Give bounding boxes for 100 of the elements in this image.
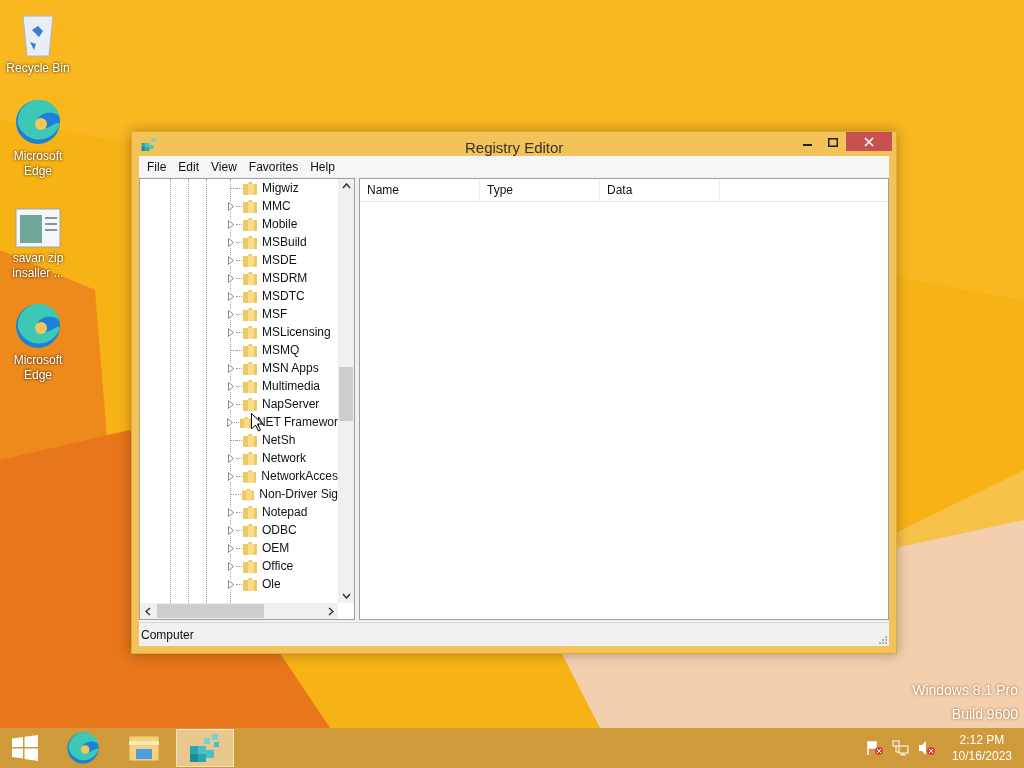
scroll-right-icon[interactable] — [328, 606, 334, 616]
folder-icon — [243, 325, 257, 339]
tree-item[interactable]: MSF — [262, 305, 288, 323]
horizontal-scrollbar[interactable] — [140, 603, 338, 619]
expand-arrow-icon[interactable] — [228, 381, 234, 391]
folder-icon — [243, 271, 257, 285]
expand-arrow-icon[interactable] — [228, 543, 234, 553]
edge-icon — [14, 302, 62, 350]
folder-icon — [243, 181, 257, 195]
tree-item[interactable]: MSDTC — [262, 287, 305, 305]
expand-arrow-icon[interactable] — [227, 471, 234, 481]
folder-icon — [243, 523, 257, 537]
tree-item[interactable]: Office — [262, 557, 294, 575]
taskbar-button[interactable] — [176, 729, 234, 767]
expand-arrow-icon[interactable] — [228, 273, 234, 283]
tree-item[interactable]: MSN Apps — [262, 359, 319, 377]
folder-icon — [243, 289, 257, 303]
tree-item[interactable]: MSMQ — [262, 341, 300, 359]
registry-cubes-icon — [140, 136, 158, 152]
tree-item[interactable]: Multimedia — [262, 377, 321, 395]
folder-icon — [128, 733, 160, 763]
folder-icon — [243, 397, 257, 411]
tree-item[interactable]: Mobile — [262, 215, 298, 233]
scroll-down-icon[interactable] — [341, 593, 351, 599]
column-header[interactable]: Type — [480, 179, 600, 202]
folder-icon — [243, 433, 257, 447]
tree-item[interactable]: MSDE — [262, 251, 297, 269]
app-window-icon — [15, 208, 61, 248]
expand-arrow-icon[interactable] — [227, 417, 234, 427]
expand-arrow-icon[interactable] — [228, 453, 234, 463]
expand-arrow-icon[interactable] — [228, 201, 234, 211]
tree-item[interactable]: MSLicensing — [262, 323, 331, 341]
menu-item[interactable]: Favorites — [242, 156, 305, 177]
vertical-scrollbar[interactable] — [338, 179, 354, 603]
network-icon[interactable] — [891, 740, 910, 756]
recycle-bin-icon — [20, 12, 56, 58]
menu-item[interactable]: Help — [304, 156, 341, 177]
folder-icon — [243, 559, 257, 573]
tree-item[interactable]: Notepad — [262, 503, 308, 521]
menu-item[interactable]: View — [205, 156, 243, 177]
status-text: Computer — [140, 626, 194, 644]
clock-date: 10/16/2023 — [951, 748, 1012, 764]
tree-item[interactable]: NetSh — [262, 431, 296, 449]
windows-logo-icon — [12, 735, 38, 761]
expand-arrow-icon[interactable] — [228, 507, 234, 517]
tree-item[interactable]: MMC — [262, 197, 291, 215]
scrollbar-thumb[interactable] — [339, 367, 353, 421]
clock-time: 2:12 PM — [959, 732, 1005, 748]
tree-item[interactable]: Migwiz — [262, 179, 299, 197]
flag-error-icon[interactable] — [865, 740, 884, 756]
folder-icon — [243, 379, 257, 393]
folder-icon — [243, 253, 257, 267]
column-header[interactable]: Data — [600, 179, 720, 202]
expand-arrow-icon[interactable] — [228, 327, 234, 337]
tree-item[interactable]: ODBC — [262, 521, 297, 539]
menu-item[interactable]: Edit — [172, 156, 206, 177]
speaker-muted-icon[interactable] — [917, 740, 936, 756]
folder-icon — [243, 451, 257, 465]
window-title: Registry Editor — [465, 138, 564, 158]
tree-item[interactable]: MSBuild — [262, 233, 307, 251]
folder-icon — [243, 577, 257, 591]
expand-arrow-icon[interactable] — [228, 309, 234, 319]
folder-icon — [243, 217, 257, 231]
menu-item[interactable]: File — [141, 156, 173, 177]
scroll-up-icon[interactable] — [341, 183, 351, 189]
expand-arrow-icon[interactable] — [228, 525, 234, 535]
expand-arrow-icon[interactable] — [228, 363, 234, 373]
folder-icon — [243, 505, 257, 519]
os-version-text: Build 9600 — [951, 705, 1018, 724]
tree-item[interactable]: NetworkAcces — [261, 467, 338, 485]
folder-icon — [243, 343, 257, 357]
folder-icon — [242, 487, 255, 501]
folder-icon — [243, 307, 257, 321]
edge-icon — [66, 731, 100, 765]
expand-arrow-icon[interactable] — [228, 561, 234, 571]
edge-icon — [14, 98, 62, 146]
tree-item[interactable]: Network — [262, 449, 306, 467]
tree-item[interactable]: OEM — [262, 539, 290, 557]
folder-icon — [243, 541, 257, 555]
expand-arrow-icon[interactable] — [228, 237, 234, 247]
expand-arrow-icon[interactable] — [228, 399, 234, 409]
folder-icon — [243, 199, 257, 213]
os-version-text: Windows 8.1 Pro — [912, 681, 1018, 700]
tree-item[interactable]: MSDRM — [262, 269, 308, 287]
folder-icon — [242, 469, 257, 483]
resize-grip-icon[interactable] — [877, 634, 887, 644]
expand-arrow-icon[interactable] — [228, 291, 234, 301]
tree-item[interactable]: Ole — [262, 575, 281, 593]
scroll-left-icon[interactable] — [145, 606, 151, 616]
expand-arrow-icon[interactable] — [228, 219, 234, 229]
folder-icon — [240, 415, 252, 429]
tree-item[interactable]: Non-Driver Sig — [259, 485, 338, 503]
expand-arrow-icon[interactable] — [228, 579, 234, 589]
column-header[interactable]: Name — [360, 179, 480, 202]
expand-arrow-icon[interactable] — [228, 255, 234, 265]
minimize-icon — [802, 144, 812, 146]
tree-item[interactable]: NapServer — [262, 395, 320, 413]
scrollbar-thumb[interactable] — [157, 604, 264, 618]
registry-cubes-icon — [188, 732, 222, 764]
maximize-icon — [828, 137, 838, 147]
